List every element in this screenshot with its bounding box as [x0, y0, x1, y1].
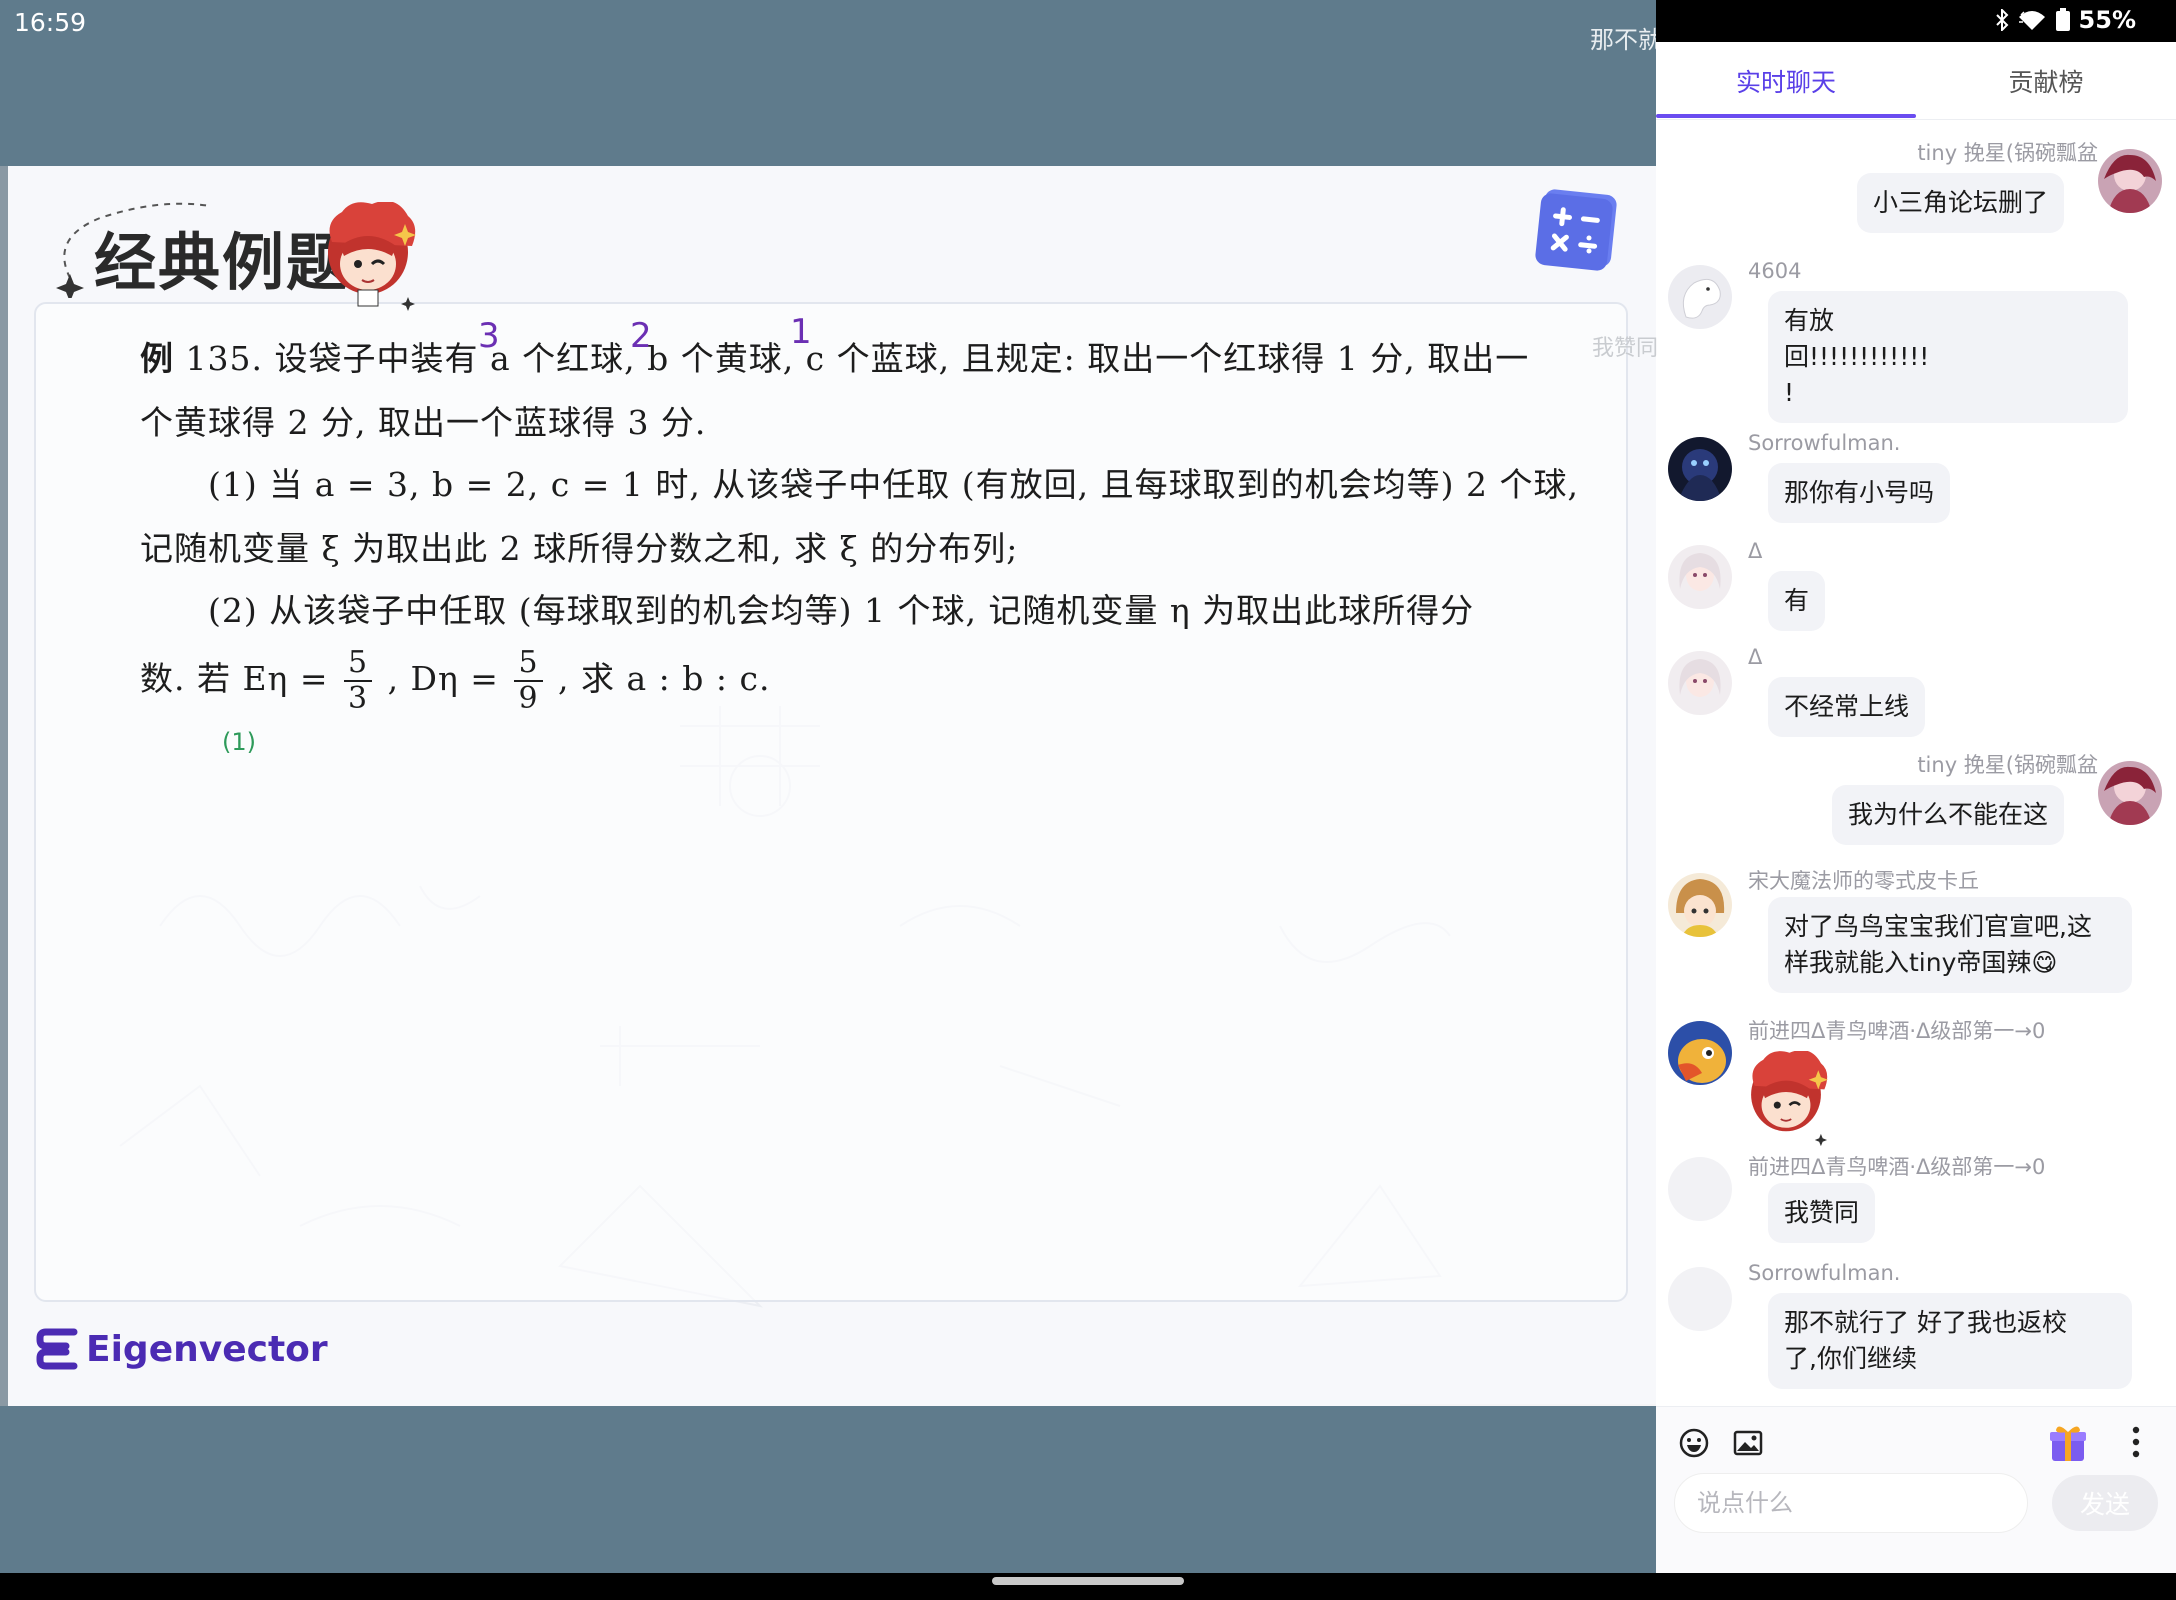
chat-bubble: 那不就行了 好了我也返校 了,你们继续 — [1768, 1293, 2132, 1389]
problem-line-2: 个黄球得 2 分, 取出一个蓝球得 3 分. — [140, 403, 707, 442]
chat-bubble: 那你有小号吗 — [1768, 463, 1951, 523]
chat-message: 宋大魔法师的零式皮卡丘 对了鸟鸟宝宝我们官宣吧,这 样我就能入tiny帝国辣😋 — [1656, 867, 2176, 997]
problem-line-5: (2) 从该袋子中任取 (每球取到的机会均等) 1 个球, 记随机变量 η 为取… — [208, 591, 1475, 630]
lecture-slide: 经典例题 例 135. 设袋子中装有 a 个红球, b 个黄球, c 个蓝球, … — [0, 166, 1656, 1406]
chat-message: Sorrowfulman. 那不就行了 好了我也返校 了,你们继续 — [1656, 1261, 2176, 1406]
phone-status-bar: 55% — [1656, 0, 2176, 42]
sticker-character — [328, 202, 416, 311]
chat-username[interactable]: tiny 挽星(锅碗瓢盆 — [1917, 749, 2098, 779]
user-avatar[interactable] — [1668, 651, 1732, 715]
chat-message: Sorrowfulman. 那你有小号吗 — [1656, 431, 2176, 533]
eigenvector-logo-icon — [36, 1328, 78, 1370]
chat-username[interactable]: 前进四Δ青鸟啤酒·Δ级部第一→0 — [1748, 1151, 2045, 1181]
user-avatar[interactable] — [1668, 1021, 1732, 1085]
chat-message: Δ 有 — [1656, 539, 2176, 641]
user-avatar[interactable] — [1668, 873, 1732, 937]
send-button[interactable]: 发送 — [2052, 1475, 2158, 1531]
example-label: 例 — [140, 339, 174, 378]
status-icons: 55% — [1995, 6, 2136, 34]
chat-bubble: 我为什么不能在这 — [1831, 785, 2064, 845]
user-avatar[interactable] — [1668, 265, 1732, 329]
user-avatar[interactable] — [2098, 761, 2162, 825]
user-avatar[interactable] — [1668, 545, 1732, 609]
chat-input-bar: 发送 — [1656, 1406, 2176, 1573]
chat-message: 前进四Δ青鸟啤酒·Δ级部第一→0 — [1656, 1017, 2176, 1147]
problem-text-1: 135. 设袋子中装有 a 个红球, b 个黄球, c 个蓝球, 且规定: 取出… — [174, 339, 1530, 378]
fraction-d-den: 9 — [518, 681, 539, 716]
gift-icon[interactable] — [2046, 1421, 2090, 1465]
tab-contribution-rank[interactable]: 贡献榜 — [1916, 42, 2176, 120]
problem-text-6b: , Dη = — [387, 659, 499, 698]
image-icon[interactable] — [1732, 1427, 1764, 1459]
chat-bubble: 有放 回!!!!!!!!!!!! ! — [1768, 291, 2128, 423]
battery-icon — [2055, 8, 2070, 31]
user-avatar[interactable] — [1668, 1267, 1732, 1331]
chat-message: tiny 挽星(锅碗瓢盆 小三角论坛删了 — [1656, 121, 2176, 233]
calculator-icon — [1535, 189, 1617, 271]
problem-line-1: 例 135. 设袋子中装有 a 个红球, b 个黄球, c 个蓝球, 且规定: … — [140, 332, 1529, 380]
chat-message: Δ 不经常上线 — [1656, 645, 2176, 747]
chat-bubble: 不经常上线 — [1768, 677, 1926, 737]
chat-username[interactable]: 4604 — [1748, 259, 1801, 283]
battery-level: 55% — [2078, 6, 2136, 34]
user-avatar[interactable] — [2098, 149, 2162, 213]
chat-username[interactable]: Sorrowfulman. — [1748, 431, 1901, 455]
problem-line-3: (1) 当 a = 3, b = 2, c = 1 时, 从该袋子中任取 (有放… — [208, 465, 1579, 504]
chat-message: 4604 有放 回!!!!!!!!!!!! ! — [1656, 259, 2176, 423]
chat-bubble: 有 — [1768, 571, 1826, 631]
chat-sticker[interactable] — [1738, 1051, 1834, 1147]
chat-username[interactable]: 宋大魔法师的零式皮卡丘 — [1748, 865, 1979, 895]
more-icon[interactable] — [2130, 1425, 2142, 1459]
problem-line-4: 记随机变量 ξ 为取出此 2 球所得分数之和, 求 ξ 的分布列; — [140, 529, 1019, 568]
problem-text-6a: 数. 若 Eη = — [140, 659, 329, 698]
fraction-e-den: 3 — [347, 681, 369, 716]
handwritten-mark-c: 1 — [790, 312, 812, 352]
chat-username[interactable]: 前进四Δ青鸟啤酒·Δ级部第一→0 — [1748, 1015, 2045, 1045]
fraction-d: 59 — [514, 646, 543, 716]
chat-username[interactable]: tiny 挽星(锅碗瓢盆 — [1917, 137, 2098, 167]
problem-text-6c: , 求 a : b : c. — [558, 659, 771, 698]
chat-input[interactable] — [1674, 1473, 2028, 1533]
handwritten-mark-a: 3 — [478, 316, 500, 356]
brand-name: Eigenvector — [86, 1328, 328, 1370]
handwritten-mark-b: 2 — [630, 316, 652, 356]
home-indicator[interactable] — [992, 1577, 1184, 1585]
tab-live-chat[interactable]: 实时聊天 — [1656, 42, 1916, 120]
user-avatar[interactable] — [1668, 1157, 1732, 1221]
chat-message-list[interactable]: tiny 挽星(锅碗瓢盆 小三角论坛删了 4604 有放 回!!!!!!!!!!… — [1656, 121, 2176, 1406]
chat-username[interactable]: Δ — [1748, 539, 1762, 563]
chat-message: tiny 挽星(锅碗瓢盆 我为什么不能在这 — [1656, 733, 2176, 845]
system-nav-bar — [0, 1573, 2176, 1600]
brand-logo: Eigenvector — [36, 1326, 328, 1372]
slide-title: 经典例题 — [94, 226, 351, 299]
chat-bubble: 我赞同 — [1768, 1183, 1876, 1243]
status-time: 16:59 — [14, 8, 87, 37]
bluetooth-icon — [1995, 9, 2008, 31]
problem-box — [34, 302, 1628, 1302]
handwritten-part-label: (1) — [222, 728, 256, 756]
video-area[interactable]: 16:59 那不就 经典例题 例 135. 设袋子中装有 a 个红球, b 个黄… — [0, 0, 1662, 1573]
chat-username[interactable]: Δ — [1748, 645, 1762, 669]
chat-bubble: 对了鸟鸟宝宝我们官宣吧,这 样我就能入tiny帝国辣😋 — [1768, 897, 2132, 993]
wifi-icon — [2018, 11, 2045, 30]
fraction-e: 53 — [343, 646, 373, 716]
chat-message: 前进四Δ青鸟啤酒·Δ级部第一→0 我赞同 — [1656, 1153, 2176, 1253]
chat-tabs: 实时聊天 贡献榜 — [1656, 42, 2176, 120]
user-avatar[interactable] — [1668, 437, 1732, 501]
chat-bubble: 小三角论坛删了 — [1856, 173, 2064, 233]
video-bottom-band — [0, 1406, 1656, 1573]
fraction-e-num: 5 — [343, 646, 373, 682]
danmaku-comment: 我赞同 — [1592, 336, 1659, 361]
emoji-icon[interactable] — [1678, 1427, 1710, 1459]
danmaku-comment: 那不就 — [1590, 26, 1662, 54]
problem-line-6: 数. 若 Eη = 53 , Dη = 59 , 求 a : b : c. — [140, 646, 770, 716]
chat-username[interactable]: Sorrowfulman. — [1748, 1261, 1901, 1285]
chat-panel: 55% 实时聊天 贡献榜 tiny 挽星(锅碗瓢盆 小三角论坛删了 4604 有… — [1656, 0, 2176, 1573]
fraction-d-num: 5 — [514, 646, 543, 682]
active-tab-indicator — [1656, 114, 1916, 118]
